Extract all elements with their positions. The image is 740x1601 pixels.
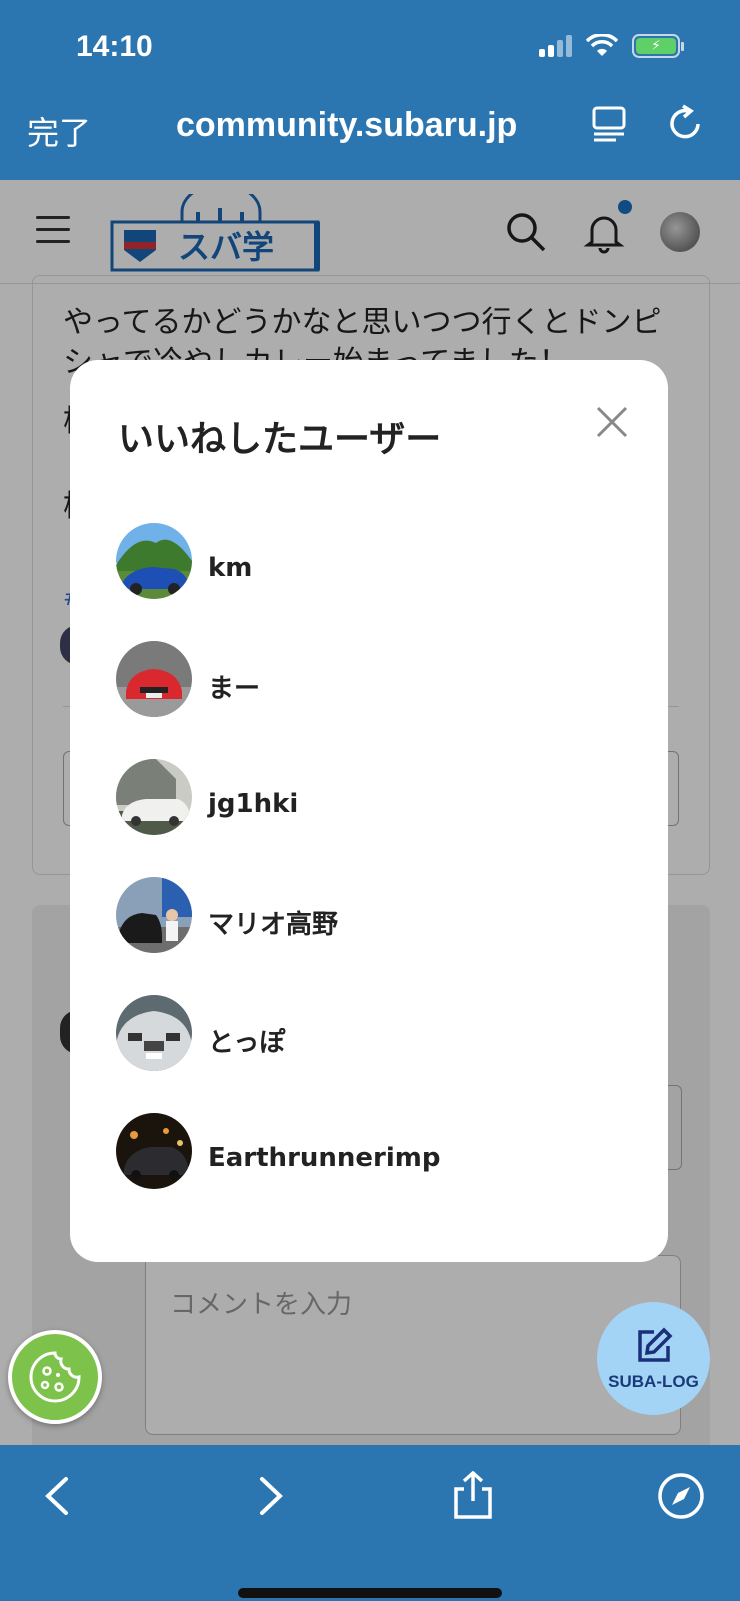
avatar[interactable] <box>116 759 192 835</box>
done-button[interactable]: 完了 <box>27 108 91 154</box>
wifi-icon <box>586 34 618 56</box>
user-name: とっぽ <box>208 1027 286 1058</box>
back-icon[interactable] <box>34 1471 84 1521</box>
avatar[interactable] <box>116 995 192 1071</box>
user-item[interactable]: Earthrunnerimp <box>116 1092 441 1210</box>
user-name: マリオ高野 <box>208 909 339 940</box>
status-icons: ⚡ <box>539 34 684 58</box>
home-indicator <box>238 1588 502 1598</box>
url-bar[interactable]: community.subaru.jp <box>176 106 517 145</box>
user-item[interactable]: まー <box>116 620 441 738</box>
user-item[interactable]: km <box>116 502 441 620</box>
avatar[interactable] <box>116 523 192 599</box>
reader-mode-icon[interactable] <box>590 104 630 144</box>
user-name: まー <box>208 673 261 704</box>
avatar[interactable] <box>116 1113 192 1189</box>
liked-users-modal: いいねしたユーザー km まー jg1hki マリオ高野 とっぽ Earthru… <box>70 360 668 1262</box>
user-item[interactable]: jg1hki <box>116 738 441 856</box>
suba-log-button[interactable]: SUBA-LOG <box>597 1302 710 1415</box>
edit-icon <box>637 1327 672 1362</box>
close-icon[interactable] <box>590 400 634 444</box>
battery-icon: ⚡ <box>632 34 684 58</box>
avatar[interactable] <box>116 641 192 717</box>
user-name: jg1hki <box>208 789 299 819</box>
cookie-settings-button[interactable] <box>8 1330 102 1424</box>
status-time: 14:10 <box>76 30 153 63</box>
forward-icon[interactable] <box>244 1471 294 1521</box>
share-icon[interactable] <box>448 1471 498 1521</box>
compass-icon[interactable] <box>656 1471 706 1521</box>
user-name: Earthrunnerimp <box>208 1143 441 1173</box>
user-list: km まー jg1hki マリオ高野 とっぽ Earthrunnerimp <box>116 502 441 1210</box>
signal-icon <box>539 35 572 57</box>
user-name: km <box>208 553 253 583</box>
suba-log-label: SUBA-LOG <box>608 1371 699 1391</box>
browser-bottom-bar <box>0 1445 740 1601</box>
user-item[interactable]: マリオ高野 <box>116 856 441 974</box>
avatar[interactable] <box>116 877 192 953</box>
user-item[interactable]: とっぽ <box>116 974 441 1092</box>
cookie-icon <box>29 1351 81 1403</box>
browser-top-bar: 14:10 ⚡ 完了 community.subaru.jp <box>0 0 740 180</box>
reload-icon[interactable] <box>666 104 706 144</box>
modal-title: いいねしたユーザー <box>118 419 442 460</box>
